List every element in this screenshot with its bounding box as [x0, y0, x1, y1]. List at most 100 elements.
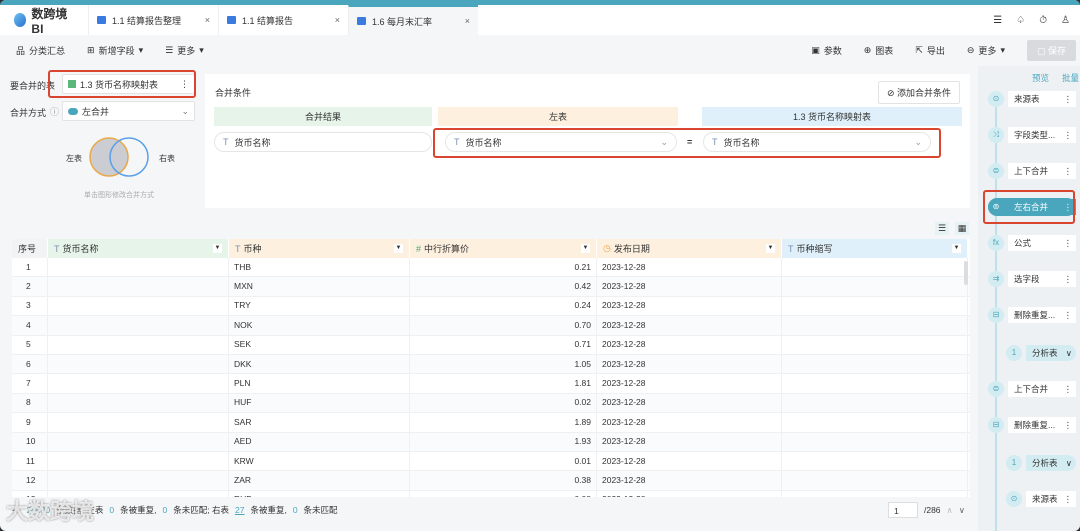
page-input[interactable]: 1 [887, 502, 918, 518]
table-row[interactable]: 1 THB 0.21 2023-12-28 [12, 257, 970, 278]
right-duplicate-count[interactable]: 27 [235, 505, 244, 515]
caret-down-icon: ▾ [1000, 44, 1005, 55]
close-icon[interactable]: × [205, 15, 210, 25]
column-header-rate[interactable]: # 中行折算价 ▼ [410, 239, 597, 258]
kebab-icon[interactable]: ⋮ [1064, 417, 1077, 433]
label: 公式 [1014, 238, 1032, 248]
kebab-icon[interactable]: ⋮ [1064, 235, 1077, 251]
table-row[interactable]: 12 ZAR 0.38 2023-12-28 [12, 471, 970, 491]
column-header-currency[interactable]: T 币种 ▼ [229, 239, 410, 258]
operator-select[interactable]: = [687, 137, 692, 147]
flow-node[interactable]: 1 分析表 ∨ [1006, 454, 1076, 472]
table-row[interactable]: 8 HUF 0.02 2023-12-28 [12, 393, 970, 414]
bell-icon[interactable]: ♤ [1016, 15, 1025, 26]
label: 来源表 [1014, 94, 1040, 104]
column-header-abbr[interactable]: T 币种缩写 ▼ [782, 239, 968, 258]
kebab-icon[interactable]: ⋮ [1064, 381, 1077, 397]
params-button[interactable]: ▣ 参数 [811, 44, 842, 57]
kebab-icon[interactable]: ⋮ [1064, 127, 1077, 143]
result-field[interactable]: T 货币名称 [214, 132, 432, 152]
flow-node[interactable]: ⊙ 来源表 ⋮ [988, 90, 1076, 108]
kebab-icon[interactable]: ⋮ [1064, 491, 1077, 507]
left-field-select[interactable]: T 货币名称 ⌄ [445, 132, 677, 152]
user-icon[interactable]: ♙ [1061, 15, 1070, 26]
flow-node[interactable]: ⊟ 删除重复... ⋮ [988, 416, 1076, 434]
table-cell [782, 490, 968, 497]
step-icon: ⊚ [988, 199, 1004, 215]
kebab-icon[interactable]: ⋮ [1064, 307, 1077, 323]
table-cell: MXN [229, 277, 410, 297]
table-row[interactable]: 6 DKK 1.05 2023-12-28 [12, 354, 970, 375]
label: 删除重复... [1014, 310, 1056, 320]
logo[interactable]: 数跨境BI [0, 5, 88, 36]
chevron-down-icon[interactable]: ∨ [1066, 455, 1076, 471]
chart-button[interactable]: ⊕ 图表 [864, 44, 894, 57]
label: 上下合并 [1014, 384, 1049, 394]
add-condition-button[interactable]: ⊘ 添加合并条件 [877, 81, 960, 104]
export-button[interactable]: ⇱ 导出 [915, 44, 945, 57]
table-cell: 0.24 [410, 296, 597, 316]
count-badge: 1 [1006, 345, 1022, 361]
close-icon[interactable]: × [465, 16, 470, 26]
flow-node[interactable]: ⊜ 上下合并 ⋮ [988, 380, 1076, 398]
table-row[interactable]: 7 PLN 1.81 2023-12-28 [12, 374, 970, 394]
kebab-icon[interactable]: ⋮ [1064, 271, 1077, 287]
list-view-icon[interactable]: ☰ [935, 222, 949, 235]
preview-link[interactable]: 预览 [1032, 72, 1049, 84]
step-icon: fx [988, 235, 1004, 251]
table-row[interactable]: 9 SAR 1.89 2023-12-28 [12, 412, 970, 433]
flow-node[interactable]: ⊜ 上下合并 ⋮ [988, 162, 1076, 180]
caret-down-icon[interactable]: ▼ [213, 244, 222, 253]
caret-down-icon[interactable]: ▼ [766, 244, 775, 253]
text: 条被重复, [120, 505, 157, 515]
right-field-select[interactable]: T 货币名称 ⌄ [703, 132, 931, 152]
more-right-button[interactable]: ⊖ 更多 ▾ [967, 44, 1005, 57]
step-icon: ⇉ [988, 271, 1004, 287]
timer-icon[interactable]: ⏱ [1039, 15, 1047, 26]
flow-node[interactable]: ⊙ 来源表 ⋮ [1006, 490, 1076, 508]
table-row[interactable]: 2 MXN 0.42 2023-12-28 [12, 277, 970, 297]
caret-down-icon[interactable]: ▼ [394, 244, 403, 253]
tab-settlement[interactable]: 1.1 结算报告 × [218, 5, 348, 35]
batch-link[interactable]: 批量 [1062, 72, 1079, 84]
scrollbar[interactable] [964, 261, 968, 285]
tab-settlement-clean[interactable]: 1.1 结算报告整理 × [88, 5, 218, 35]
table-row[interactable]: 11 KRW 0.01 2023-12-28 [12, 451, 970, 472]
more-button[interactable]: ☰ 更多 ▾ [165, 44, 204, 57]
column-header-date[interactable]: ◷ 发布日期 ▼ [597, 239, 782, 258]
chevron-down-icon[interactable]: ∨ [1066, 345, 1076, 361]
kebab-icon[interactable]: ⋮ [1064, 163, 1077, 179]
chevron-down-icon[interactable]: ∨ [959, 505, 965, 516]
help-icon[interactable]: ⓘ [50, 105, 59, 118]
list-icon[interactable]: ☰ [993, 15, 1002, 26]
save-button[interactable]: ▢ 保存 [1026, 39, 1076, 61]
group-summary-button[interactable]: 品分类汇总 [16, 44, 65, 57]
merge-mode-select[interactable]: 左合并 ⌄ [62, 101, 195, 121]
table-cell: 1.89 [410, 412, 597, 432]
table-row[interactable]: 5 SEK 0.71 2023-12-28 [12, 335, 970, 355]
caret-down-icon[interactable]: ▼ [952, 244, 961, 253]
table-row[interactable]: 10 AED 1.93 2023-12-28 [12, 432, 970, 452]
table-cell: 2023-12-28 [597, 335, 782, 355]
table-row[interactable]: 4 NOK 0.70 2023-12-28 [12, 315, 970, 336]
caret-down-icon[interactable]: ▼ [581, 244, 590, 253]
flow-node[interactable]: fx 公式 ⋮ [988, 234, 1076, 252]
grid-view-icon[interactable]: ▦ [955, 222, 969, 235]
value: 货币名称 [234, 137, 271, 148]
tab-monthly-rate[interactable]: 1.6 每月末汇率 × [348, 5, 478, 35]
venn-diagram[interactable] [88, 136, 152, 178]
add-field-button[interactable]: ⊞ 新增字段 ▾ [87, 44, 143, 57]
flow-node[interactable]: ⊟ 删除重复... ⋮ [988, 306, 1076, 324]
column-header-currency-name[interactable]: T 货币名称 ▼ [48, 239, 229, 258]
flow-node[interactable]: 1 分析表 ∨ [1006, 344, 1076, 362]
table-cell: DKK [229, 354, 410, 374]
table-row[interactable]: 3 TRY 0.24 2023-12-28 [12, 296, 970, 317]
watermark: 大数跨境 [6, 499, 95, 524]
flow-node[interactable]: ⇉ 选字段 ⋮ [988, 270, 1076, 288]
label: 更多 [978, 45, 997, 56]
flow-node[interactable]: ⤨ 字段类型... ⋮ [988, 126, 1076, 144]
close-icon[interactable]: × [335, 15, 340, 25]
chevron-up-icon[interactable]: ∧ [947, 505, 953, 516]
kebab-icon[interactable]: ⋮ [1064, 91, 1077, 107]
table-row[interactable]: 13RUB0.082023-12-28 [12, 490, 970, 497]
